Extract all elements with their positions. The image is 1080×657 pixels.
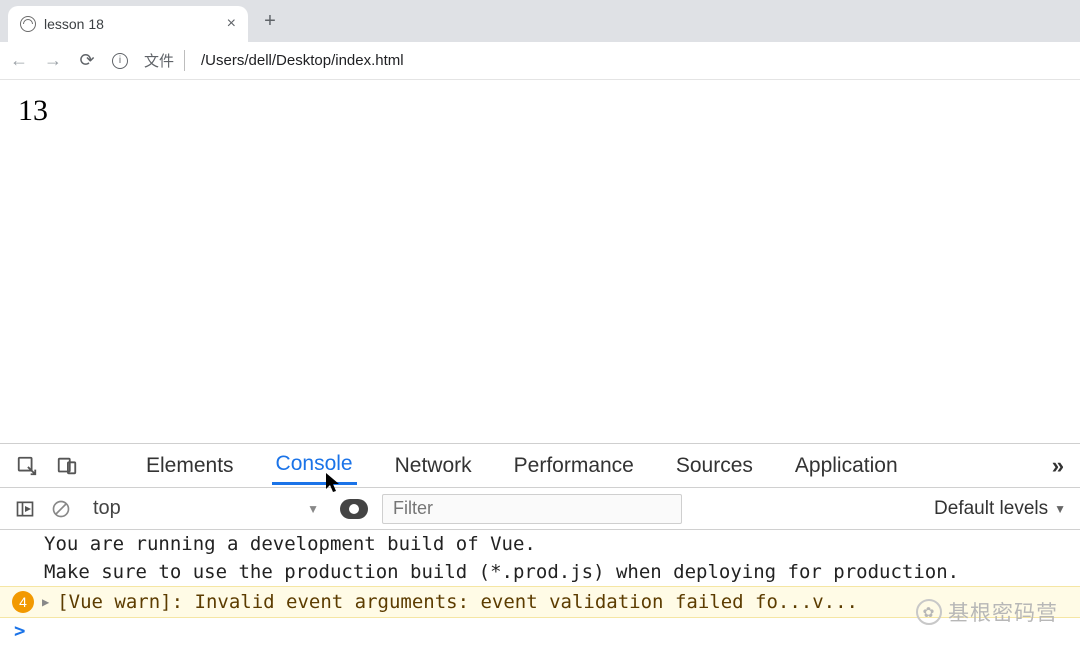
protocol-label: 文件	[144, 50, 185, 71]
tab-strip: lesson 18 × +	[0, 0, 1080, 42]
warning-count-badge: 4	[12, 591, 34, 613]
tab-performance[interactable]: Performance	[510, 448, 638, 484]
tab-overflow-button[interactable]: »	[1052, 453, 1064, 479]
filter-input[interactable]	[382, 494, 682, 524]
devtools-tabbar: Elements Console Network Performance Sou…	[0, 444, 1080, 488]
chevron-down-icon: ▼	[1054, 502, 1066, 516]
forward-button[interactable]: →	[44, 50, 62, 71]
watermark: ✿ 基根密码营	[916, 597, 1058, 627]
address-bar: ← → ⟳ i 文件 /Users/dell/Desktop/index.htm…	[0, 42, 1080, 80]
site-info-icon[interactable]: i	[112, 53, 128, 69]
device-toggle-icon[interactable]	[56, 455, 78, 477]
watermark-text: 基根密码营	[948, 597, 1058, 627]
console-log-line: Make sure to use the production build (*…	[0, 558, 1080, 586]
context-label: top	[93, 497, 121, 520]
console-toolbar: top ▼ Default levels ▼	[0, 488, 1080, 530]
tab-sources[interactable]: Sources	[672, 448, 757, 484]
tab-console[interactable]: Console	[272, 446, 357, 485]
close-tab-icon[interactable]: ×	[227, 15, 236, 33]
devtools-left-icons	[16, 455, 78, 477]
globe-icon	[20, 16, 36, 32]
context-selector[interactable]: top ▼	[86, 494, 326, 523]
console-sidebar-toggle-icon[interactable]	[14, 498, 36, 520]
tab-network[interactable]: Network	[391, 448, 476, 484]
levels-label: Default levels	[934, 498, 1048, 520]
tab-application[interactable]: Application	[791, 448, 902, 484]
tab-title: lesson 18	[44, 16, 104, 32]
page-content: 13	[18, 94, 1062, 128]
new-tab-button[interactable]: +	[256, 10, 284, 33]
watermark-icon: ✿	[916, 599, 942, 625]
expand-caret-icon[interactable]: ▶	[42, 595, 49, 609]
reload-button[interactable]: ⟳	[78, 50, 96, 71]
tab-elements[interactable]: Elements	[142, 448, 238, 484]
live-expression-icon[interactable]	[340, 499, 368, 519]
back-button[interactable]: ←	[10, 50, 28, 71]
inspect-icon[interactable]	[16, 455, 38, 477]
log-levels-selector[interactable]: Default levels ▼	[934, 498, 1066, 520]
chevron-down-icon: ▼	[307, 502, 319, 516]
browser-tab[interactable]: lesson 18 ×	[8, 6, 248, 42]
page-viewport: 13	[0, 80, 1080, 443]
clear-console-icon[interactable]	[50, 498, 72, 520]
console-log-line: You are running a development build of V…	[0, 530, 1080, 558]
url-text[interactable]: /Users/dell/Desktop/index.html	[201, 52, 404, 69]
